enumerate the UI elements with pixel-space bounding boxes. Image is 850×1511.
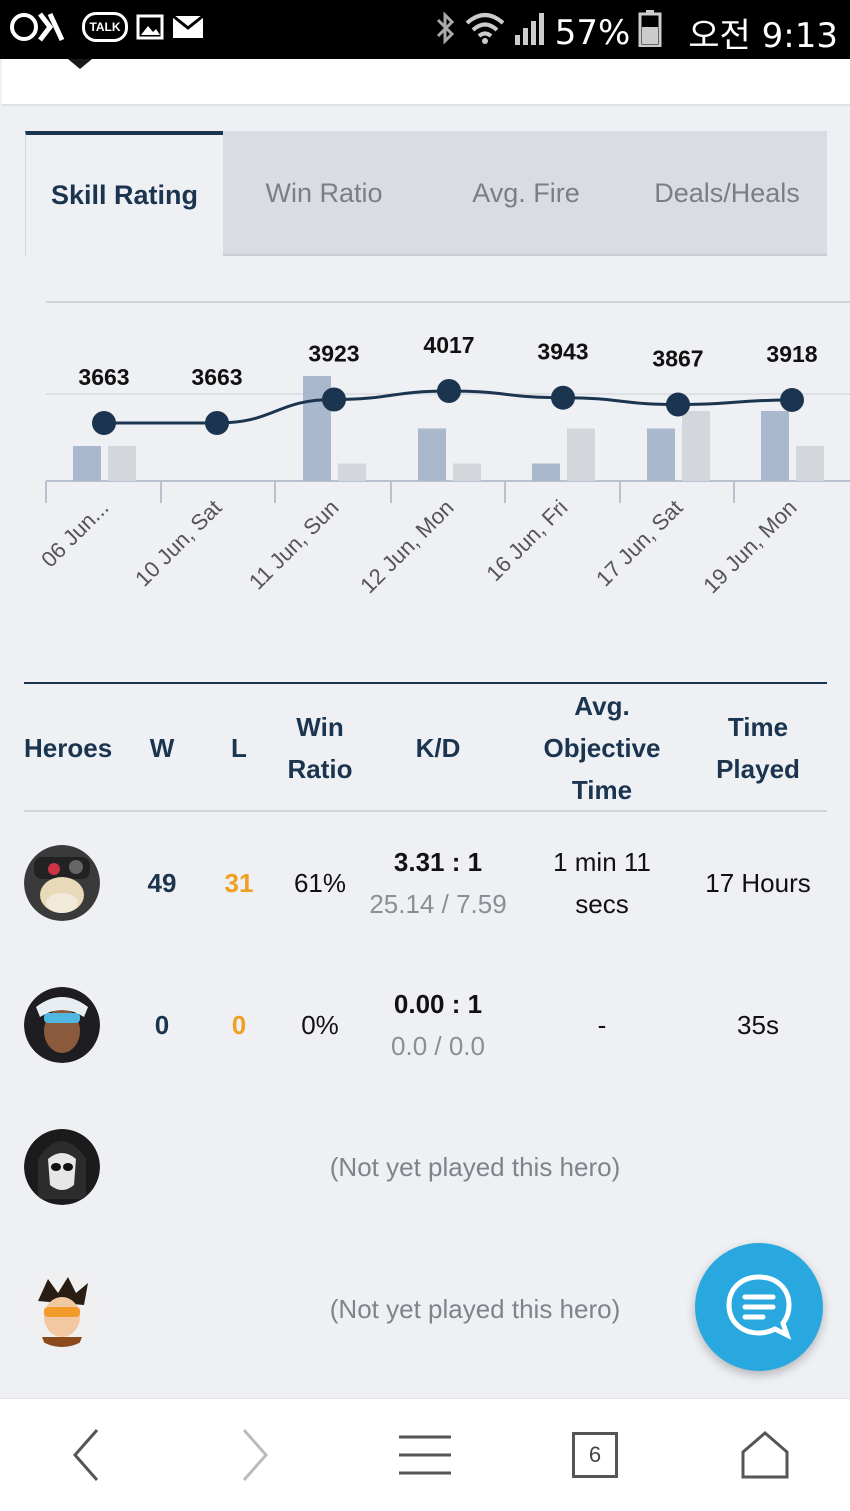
skill-rating-chart: 3663 3663 3923 4017 3943 3867 3918 06 Jun... 10 … (36, 301, 850, 598)
tabs-button[interactable]: 6 (555, 1419, 635, 1491)
x-tick-label: 11 Jun, Sun (244, 495, 344, 595)
col-time-played: Time Played (716, 712, 800, 784)
col-win-ratio: Win Ratio (287, 712, 353, 784)
objective-time: - (597, 1010, 607, 1040)
time-played: 35s (737, 1010, 779, 1040)
bar-series-b (338, 463, 366, 481)
data-point (437, 379, 461, 403)
talk-icon: TALK (82, 12, 128, 42)
x-tick-label: 19 Jun, Mon (698, 495, 801, 598)
x-tick-label: 17 Jun, Sat (591, 495, 687, 591)
table-row[interactable]: 49 31 61% 3.31 : 1 25.14 / 7.59 1 min 11… (24, 812, 827, 954)
data-point (666, 392, 690, 417)
losses: 31 (224, 868, 254, 898)
browser-bottom-nav: 6 (0, 1398, 850, 1511)
bar-series-a (418, 428, 446, 481)
tab-avg-fire[interactable]: Avg. Fire (425, 131, 627, 256)
data-label: 3867 (652, 346, 703, 372)
battery-percent: 57% (554, 12, 631, 53)
table-row[interactable]: 0 0 0% 0.00 : 1 0.0 / 0.0 - 35s (24, 954, 827, 1096)
clock: 오전 9:13 (688, 16, 838, 56)
wifi-icon (465, 11, 505, 54)
bar-series-b (796, 446, 824, 481)
time-played: 17 Hours (705, 868, 811, 898)
kd-detail: 0.0 / 0.0 (391, 1031, 485, 1061)
forward-button[interactable] (215, 1419, 295, 1491)
kd-ratio: 3.31 : 1 (393, 847, 483, 877)
col-heroes: Heroes (24, 733, 113, 763)
bluetooth-icon (435, 11, 457, 54)
hero-avatar-tracer (24, 1271, 100, 1347)
col-w: W (149, 733, 175, 763)
kd-cell: 0.00 : 1 0.0 / 0.0 (354, 954, 522, 1096)
data-point (322, 387, 346, 412)
kd-ratio: 0.00 : 1 (393, 989, 483, 1019)
x-tick-label: 10 Jun, Sat (130, 495, 226, 591)
data-point (780, 387, 804, 412)
bar-series-b (682, 411, 710, 481)
data-label: 3663 (191, 364, 242, 390)
bar-series-a (73, 446, 101, 481)
bar-series-a (761, 411, 789, 481)
home-button[interactable] (725, 1419, 805, 1491)
data-label: 3943 (537, 339, 588, 365)
hero-avatar-torbjorn (24, 845, 100, 921)
data-label: 3663 (78, 364, 129, 390)
home-icon (741, 1431, 789, 1479)
bar-series-b (453, 463, 481, 481)
bar-series-a (532, 463, 560, 481)
data-point (205, 411, 229, 435)
data-label: 4017 (423, 332, 474, 358)
data-label: 3923 (308, 340, 359, 366)
signal-icon (513, 11, 547, 54)
gallery-icon (136, 10, 164, 44)
hero-avatar-reaper (24, 1129, 100, 1205)
menu-icon (399, 1435, 451, 1475)
status-bar: TALK 57% 오전 9:13 (0, 0, 850, 59)
hero-avatar-symmetra (24, 987, 100, 1063)
x-tick-label: 06 Jun... (36, 495, 113, 572)
col-l: L (231, 733, 247, 763)
back-button[interactable] (46, 1419, 126, 1491)
x-tick-label: 16 Jun, Fri (481, 495, 572, 586)
bar-series-b (567, 428, 595, 481)
tab-skill-rating[interactable]: Skill Rating (25, 131, 223, 256)
app-notification-icon (10, 10, 74, 44)
wins: 0 (154, 1010, 170, 1040)
win-ratio: 61% (293, 868, 347, 898)
data-point (92, 411, 116, 435)
table-header: Heroes W L Win Ratio K/D Avg. Objective Tim… (24, 684, 827, 812)
data-label: 3918 (766, 341, 817, 367)
mail-icon (172, 10, 204, 44)
data-point (551, 385, 575, 410)
chat-button[interactable] (695, 1243, 823, 1371)
bar-series-b (108, 446, 136, 481)
tab-win-ratio[interactable]: Win Ratio (223, 131, 425, 256)
win-ratio: 0% (301, 1010, 339, 1040)
not-played-message: (Not yet played this hero) (329, 1152, 621, 1182)
col-objective-time: Avg. Objective Time (543, 691, 661, 805)
kd-cell: 3.31 : 1 25.14 / 7.59 (354, 812, 522, 954)
col-kd: K/D (415, 733, 461, 763)
x-tick-label: 12 Jun, Mon (355, 495, 458, 598)
kd-detail: 25.14 / 7.59 (369, 889, 507, 919)
chat-icon (726, 1274, 792, 1340)
header-card (2, 59, 850, 106)
stats-tabs: Skill Rating Win Ratio Avg. Fire Deals/H… (25, 131, 827, 256)
tab-deals-heals[interactable]: Deals/Heals (627, 131, 827, 256)
bar-series-a (647, 428, 675, 481)
table-row[interactable]: (Not yet played this hero) (24, 1096, 827, 1238)
menu-button[interactable] (385, 1419, 465, 1491)
losses: 0 (231, 1010, 247, 1040)
forward-icon (242, 1429, 268, 1481)
objective-time: 1 min 11 secs (553, 847, 651, 919)
back-icon (73, 1429, 99, 1481)
dropdown-caret-icon[interactable] (68, 59, 92, 69)
tab-count: 6 (572, 1432, 618, 1478)
battery-icon (638, 9, 662, 56)
wins: 49 (147, 868, 177, 898)
